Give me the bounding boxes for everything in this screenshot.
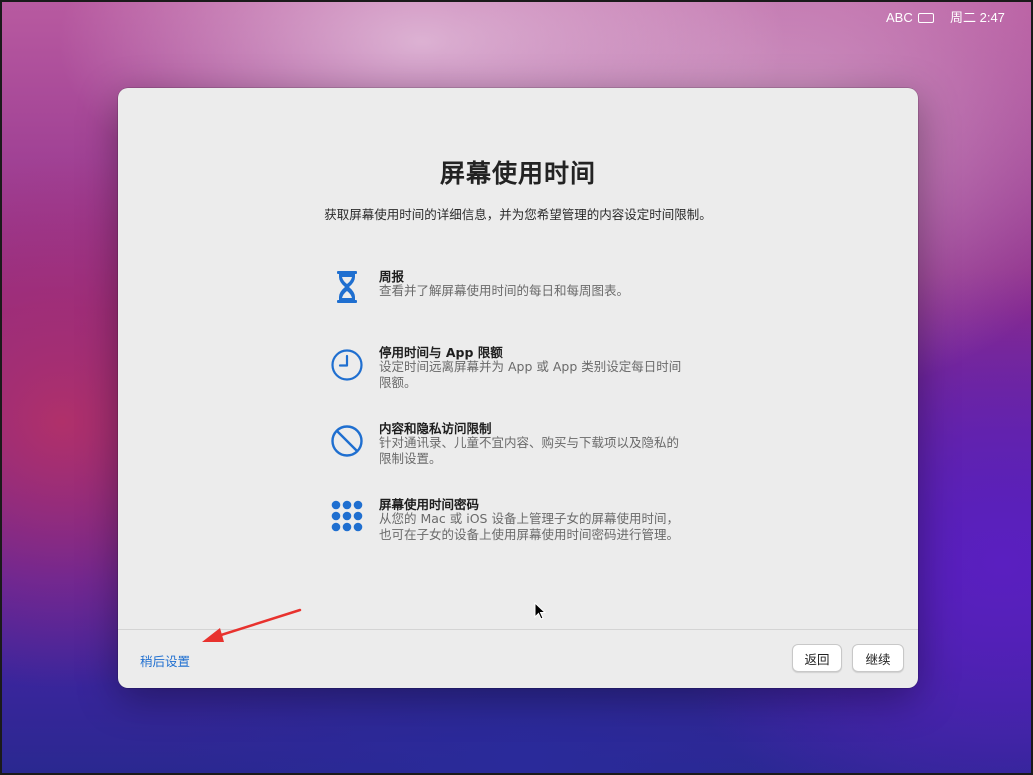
input-source-indicator[interactable]: ABC	[886, 10, 913, 26]
keyboard-icon[interactable]	[918, 13, 934, 23]
feature-description: 查看并了解屏幕使用时间的每日和每周图表。	[379, 283, 630, 298]
screen-time-setup-dialog: 屏幕使用时间 获取屏幕使用时间的详细信息，并为您希望管理的内容设定时间限制。 周…	[118, 88, 918, 688]
menu-bar-clock[interactable]: 周二 2:47	[950, 10, 1005, 26]
page-title: 屏幕使用时间	[439, 159, 596, 188]
annotation-arrow-icon	[202, 608, 302, 642]
back-button[interactable]: 返回	[792, 644, 842, 672]
prohibited-icon	[328, 422, 366, 460]
mouse-cursor-icon	[534, 602, 547, 620]
passcode-keypad-icon	[328, 498, 366, 536]
feature-description: 从您的 Mac 或 iOS 设备上管理子女的屏幕使用时间，也可在子女的设备上使用…	[379, 511, 680, 542]
feature-description: 针对通讯录、儿童不宜内容、购买与下载项以及隐私的限制设置。	[379, 435, 680, 466]
desktop-screen: ABC 周二 2:47 屏幕使用时间 获取屏幕使用时间的详细信息，并为您希望管理…	[0, 0, 1033, 775]
menu-bar: ABC 周二 2:47	[2, 2, 1031, 32]
page-subtitle: 获取屏幕使用时间的详细信息，并为您希望管理的内容设定时间限制。	[324, 207, 712, 222]
set-up-later-link[interactable]: 稍后设置	[140, 651, 190, 670]
clock-icon	[328, 346, 366, 384]
continue-button[interactable]: 继续	[852, 644, 904, 672]
hourglass-icon	[328, 268, 366, 306]
feature-description: 设定时间远离屏幕并为 App 或 App 类别设定每日时间限额。	[379, 359, 682, 390]
